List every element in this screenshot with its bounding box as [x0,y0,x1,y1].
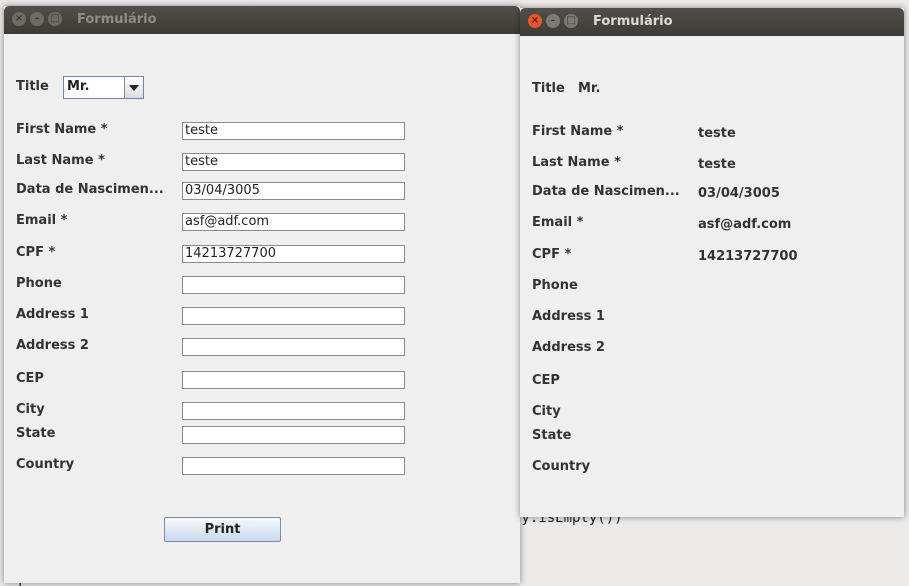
first-name-field[interactable]: teste [182,122,405,140]
minimize-icon[interactable]: – [30,12,44,26]
last-name-label: Last Name * [16,153,105,168]
birth-date-label: Data de Nascimen... [16,182,164,197]
result-title-value: Mr. [578,81,601,96]
result-cpf-label: CPF * [532,247,572,262]
phone-field[interactable] [182,276,405,294]
state-label: State [16,426,56,441]
result-last-name-value: teste [698,157,736,172]
result-country-label: Country [532,459,591,474]
result-birth-date-value: 03/04/3005 [698,186,780,201]
address2-field[interactable] [182,338,405,356]
country-field[interactable] [182,457,405,475]
cep-label: CEP [16,371,44,386]
result-window: × – □ Formulário Title Mr. First Name * … [520,8,904,517]
address1-field[interactable] [182,307,405,325]
desktop: ry.isEmpty()) } × – □ Formulário Title M… [0,0,909,586]
city-label: City [16,402,45,417]
result-birth-date-label: Data de Nascimen... [532,184,680,199]
cpf-field[interactable]: 14213727700 [182,245,405,263]
form-window-titlebar[interactable]: × – □ Formulário [4,6,520,34]
phone-label: Phone [16,276,62,291]
close-icon[interactable]: × [528,14,542,28]
email-field[interactable]: asf@adf.com [182,213,405,231]
chevron-down-icon[interactable] [124,77,143,98]
maximize-icon[interactable]: □ [564,14,578,28]
result-first-name-label: First Name * [532,124,624,139]
country-label: Country [16,457,75,472]
result-last-name-label: Last Name * [532,155,621,170]
result-state-label: State [532,428,572,443]
email-label: Email * [16,213,68,228]
address2-label: Address 2 [16,338,89,353]
maximize-icon[interactable]: □ [48,12,62,26]
result-first-name-value: teste [698,126,736,141]
first-name-label: First Name * [16,122,108,137]
birth-date-field[interactable]: 03/04/3005 [182,182,405,200]
form-window-title: Formulário [77,12,157,27]
close-icon[interactable]: × [12,12,26,26]
minimize-icon[interactable]: – [546,14,560,28]
address1-label: Address 1 [16,307,89,322]
result-cep-label: CEP [532,373,560,388]
title-select[interactable]: Mr. [63,76,144,99]
result-email-label: Email * [532,215,584,230]
form-window: × – □ Formulário Title Mr. First Name * … [4,6,520,583]
result-phone-label: Phone [532,278,578,293]
result-title-label: Title [532,81,565,96]
last-name-field[interactable]: teste [182,153,405,171]
result-window-title: Formulário [593,14,673,29]
result-window-titlebar[interactable]: × – □ Formulário [520,8,904,36]
state-field[interactable] [182,426,405,444]
title-label: Title [16,79,49,94]
print-button[interactable]: Print [164,517,281,542]
result-address2-label: Address 2 [532,340,605,355]
result-email-value: asf@adf.com [698,217,792,232]
cep-field[interactable] [182,371,405,389]
cpf-label: CPF * [16,245,56,260]
result-address1-label: Address 1 [532,309,605,324]
result-city-label: City [532,404,561,419]
title-select-value: Mr. [67,79,90,94]
city-field[interactable] [182,402,405,420]
result-cpf-value: 14213727700 [698,249,798,264]
